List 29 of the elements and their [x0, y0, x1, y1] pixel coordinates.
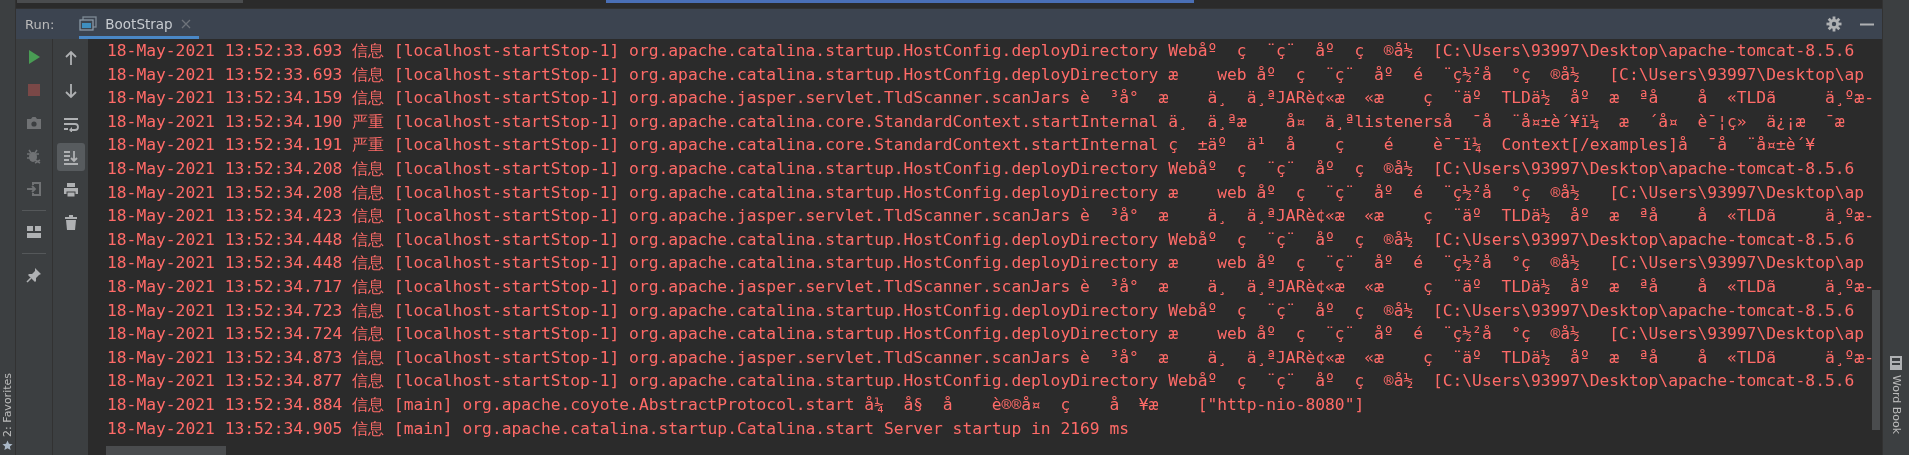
log-line: 18-May-2021 13:52:34.877 信息 [localhost-startStop-1] org.apache.catalina.startup.HostConfig.deployDirectory Webåº ç ¨ç¨ åº ç ®å½ [C:\Users\93997\Desktop\apache-tomcat-8.5.6: [107, 370, 1856, 393]
log-line: 18-May-2021 13:52:33.693 信息 [localhost-startStop-1] org.apache.catalina.startup.HostConfig.deployDirectory æ web åº ç ¨ç¨ åº é ¨ç½²å °ç ®å½ [C:\Users\93997\Desktop\ap: [107, 63, 1866, 86]
favorites-tab[interactable]: 2: Favorites: [0, 373, 15, 451]
editor-scrollbar[interactable]: [17, 0, 243, 3]
log-line: 18-May-2021 13:52:34.873 信息 [localhost-startStop-1] org.apache.jasper.servlet.TldScanner.scanJars è ³å° æ ä¸ ä¸ªJARè¢«æ «æ ç ¨äº TLDä½ åº æ ªå å «TLDã ä¸ºæ-: [107, 346, 1875, 369]
log-line: 18-May-2021 13:52:34.884 信息 [main] org.apache.coyote.AbstractProtocol.start å¼ å§ å è®®å¤ ç å ¥æ ["http-nio-8080"]: [107, 393, 1366, 416]
star-icon: [2, 440, 13, 451]
log-line: 18-May-2021 13:52:34.159 信息 [localhost-startStop-1] org.apache.jasper.servlet.TldScanner.scanJars è ³å° æ ä¸ ä¸ªJARè¢«æ «æ ç ¨äº TLDä½ åº æ ªå å «TLDã ä¸ºæ-: [107, 87, 1875, 110]
log-line: 18-May-2021 13:52:34.717 信息 [localhost-startStop-1] org.apache.jasper.servlet.TldScanner.scanJars è ³å° æ ä¸ ä¸ªJARè¢«æ «æ ç ¨äº TLDä½ åº æ ªå å «TLDã ä¸ºæ-: [107, 275, 1875, 298]
log-line: 18-May-2021 13:52:34.190 严重 [localhost-startStop-1] org.apache.catalina.core.StandardContext.startInternal ä¸ ä¸ªæ å¤ ä¸ªlistenerså ¯å ¨å¤±è´¥ï¼ æ ´å¤ è¯¦ç» ä¿¡æ ¯æ: [107, 110, 1846, 133]
log-line: 18-May-2021 13:52:33.693 信息 [localhost-startStop-1] org.apache.catalina.startup.HostConfig.deployDirectory Webåº ç ¨ç¨ åº ç ®å½ [C:\Users\93997\Desktop\apache-tomcat-8.5.6: [107, 40, 1856, 62]
minimize-icon[interactable]: [1860, 22, 1874, 26]
log-line: 18-May-2021 13:52:34.191 严重 [localhost-startStop-1] org.apache.catalina.core.StandardContext.startInternal ç ±äº ä¹ å ç é è¯¯ï¼ Context[/examples]å ¯å ¨å¤±è´¥: [107, 134, 1817, 157]
log-line: 18-May-2021 13:52:34.723 信息 [localhost-startStop-1] org.apache.catalina.startup.HostConfig.deployDirectory Webåº ç ¨ç¨ åº ç ®å½ [C:\Users\93997\Desktop\apache-tomcat-8.5.6: [107, 299, 1856, 322]
log-line: 18-May-2021 13:52:34.208 信息 [localhost-startStop-1] org.apache.catalina.startup.HostConfig.deployDirectory æ web åº ç ¨ç¨ åº é ¨ç½²å °ç ®å½ [C:\Users\93997\Desktop\ap: [107, 181, 1866, 204]
word-book-tab[interactable]: Word Book: [1889, 355, 1903, 435]
log-line: 18-May-2021 13:52:34.448 信息 [localhost-startStop-1] org.apache.catalina.startup.HostConfig.deployDirectory Webåº ç ¨ç¨ åº ç ®å½ [C:\Users\93997\Desktop\apache-tomcat-8.5.6: [107, 228, 1856, 251]
book-icon: [1889, 355, 1903, 371]
scroll-to-end-icon[interactable]: [56, 143, 85, 171]
panel-title: Run:: [25, 16, 55, 32]
log-line: 18-May-2021 13:52:34.724 信息 [localhost-startStop-1] org.apache.catalina.startup.HostConfig.deployDirectory æ web åº ç ¨ç¨ åº é ¨ç½²å °ç ®å½ [C:\Users\93997\Desktop\ap: [107, 323, 1866, 346]
settings-icon[interactable]: [1826, 16, 1842, 32]
horizontal-scrollbar[interactable]: [106, 446, 226, 455]
log-line: 18-May-2021 13:52:34.448 信息 [localhost-startStop-1] org.apache.catalina.startup.HostConfig.deployDirectory æ web åº ç ¨ç¨ åº é ¨ç½²å °ç ®å½ [C:\Users\93997\Desktop\ap: [107, 252, 1866, 275]
log-line: 18-May-2021 13:52:34.208 信息 [localhost-startStop-1] org.apache.catalina.startup.HostConfig.deployDirectory Webåº ç ¨ç¨ åº ç ®å½ [C:\Users\93997\Desktop\apache-tomcat-8.5.6: [107, 157, 1856, 180]
window-icon: [79, 16, 98, 32]
log-line: 18-May-2021 13:52:34.423 信息 [localhost-startStop-1] org.apache.jasper.servlet.TldScanner.scanJars è ³å° æ ä¸ ä¸ªJARè¢«æ «æ ç ¨äº TLDä½ åº æ ªå å «TLDã ä¸ºæ-: [107, 205, 1875, 228]
log-line: 18-May-2021 13:52:34.905 信息 [main] org.apache.catalina.startup.Catalina.start Server startup in 2169 ms: [107, 417, 1131, 440]
vertical-scrollbar[interactable]: [1872, 290, 1880, 430]
